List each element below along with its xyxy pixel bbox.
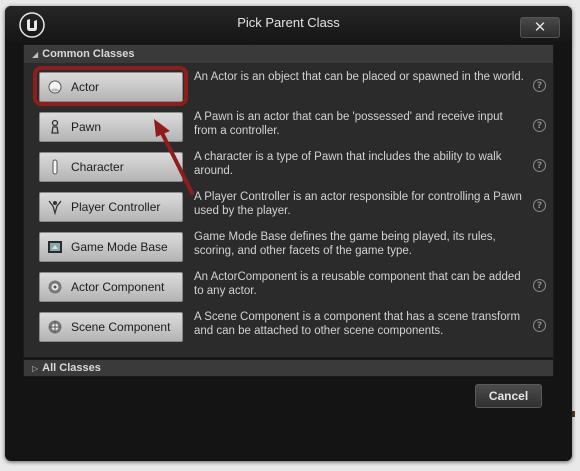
all-classes-header[interactable]: ▷ All Classes — [23, 359, 554, 377]
pawn-icon — [47, 119, 63, 135]
common-classes-panel: ◢ Common Classes Actor An Actor is an ob… — [23, 44, 554, 358]
class-button-label: Scene Component — [71, 320, 171, 334]
common-classes-header[interactable]: ◢ Common Classes — [24, 45, 553, 63]
actor-component-icon — [47, 279, 63, 295]
player-controller-icon — [47, 199, 63, 215]
actor-icon — [47, 79, 63, 95]
class-description: A character is a type of Pawn that inclu… — [194, 151, 502, 177]
help-icon[interactable]: ? — [533, 159, 546, 172]
player-controller-class-button[interactable]: Player Controller — [39, 192, 183, 222]
character-icon — [47, 159, 63, 175]
class-button-label: Pawn — [71, 120, 102, 134]
class-button-label: Player Controller — [71, 200, 161, 214]
class-row-scene-component: Scene Component A Scene Component is a c… — [24, 309, 553, 349]
class-row-pawn: Pawn A Pawn is an actor that can be 'pos… — [24, 109, 553, 149]
character-class-button[interactable]: Character — [39, 152, 183, 182]
pick-parent-class-dialog: Pick Parent Class ✕ ◢ Common Classes Act… — [5, 6, 572, 461]
class-row-actor: Actor An Actor is an object that can be … — [24, 66, 553, 109]
actor-class-button[interactable]: Actor — [39, 72, 183, 102]
help-icon[interactable]: ? — [533, 319, 546, 332]
class-description: A Scene Component is a component that ha… — [194, 311, 521, 337]
class-row-actor-component: Actor Component An ActorComponent is a r… — [24, 269, 553, 309]
title-bar[interactable]: Pick Parent Class ✕ — [5, 6, 572, 42]
class-button-label: Actor — [71, 80, 100, 94]
class-row-character: Character A character is a type of Pawn … — [24, 149, 553, 189]
help-icon[interactable]: ? — [533, 279, 546, 292]
close-icon: ✕ — [533, 18, 547, 36]
common-classes-label: Common Classes — [42, 48, 135, 60]
class-button-label: Game Mode Base — [71, 240, 168, 254]
class-description: A Player Controller is an actor responsi… — [194, 191, 522, 217]
all-classes-label: All Classes — [42, 362, 101, 374]
help-icon[interactable]: ? — [533, 199, 546, 212]
dialog-title: Pick Parent Class — [237, 15, 340, 30]
class-row-player-controller: Player Controller A Player Controller is… — [24, 189, 553, 229]
scene-component-class-button[interactable]: Scene Component — [39, 312, 183, 342]
class-description: An Actor is an object that can be placed… — [194, 71, 524, 83]
class-description: A Pawn is an actor that can be 'possesse… — [194, 111, 503, 137]
actor-component-class-button[interactable]: Actor Component — [39, 272, 183, 302]
class-description: An ActorComponent is a reusable componen… — [194, 271, 521, 297]
collapse-triangle-icon: ◢ — [32, 49, 39, 59]
scene-component-icon — [47, 319, 63, 335]
class-description: Game Mode Base defines the game being pl… — [194, 231, 496, 257]
class-button-label: Character — [71, 160, 124, 174]
pawn-class-button[interactable]: Pawn — [39, 112, 183, 142]
class-button-label: Actor Component — [71, 280, 165, 294]
cancel-button[interactable]: Cancel — [475, 384, 542, 408]
game-mode-base-class-button[interactable]: Game Mode Base — [39, 232, 183, 262]
close-button[interactable]: ✕ — [520, 17, 560, 38]
game-mode-icon — [47, 239, 63, 255]
help-icon[interactable]: ? — [533, 119, 546, 132]
expand-triangle-icon: ▷ — [32, 363, 39, 373]
help-icon[interactable]: ? — [533, 79, 546, 92]
class-row-game-mode-base: Game Mode Base Game Mode Base defines th… — [24, 229, 553, 269]
